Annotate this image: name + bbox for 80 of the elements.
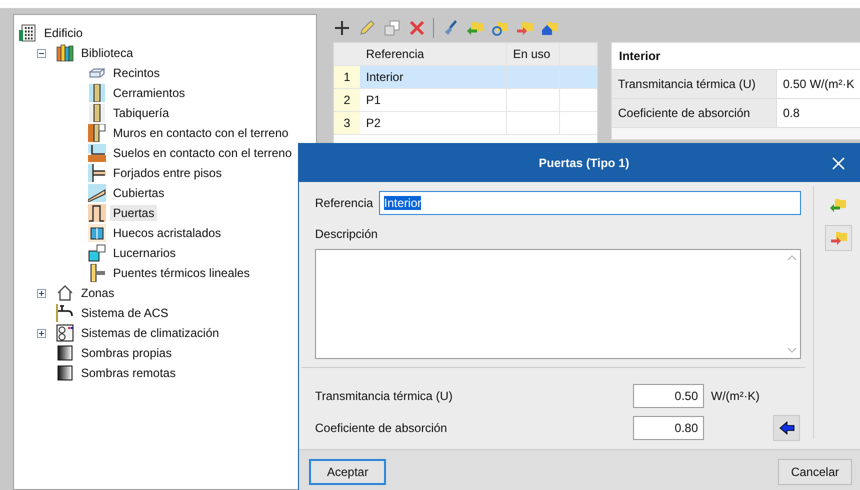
table-cell: Interior xyxy=(360,66,507,88)
field-label: Coeficiente de absorción xyxy=(315,421,448,435)
roof-icon xyxy=(88,184,106,202)
arrow-left-button[interactable] xyxy=(773,415,800,441)
window-icon xyxy=(88,224,106,242)
tree-item[interactable]: Sistemas de climatización xyxy=(78,325,222,341)
tree-item[interactable]: Puertas xyxy=(110,205,158,221)
tree-item[interactable]: Edificio xyxy=(41,25,86,41)
number-input[interactable]: 0.80 xyxy=(633,416,704,440)
description-textarea[interactable] xyxy=(315,249,801,359)
folder-arrow-left-icon[interactable] xyxy=(466,19,484,37)
skylight-icon xyxy=(88,244,106,262)
door-icon xyxy=(88,204,106,222)
field-label: Descripción xyxy=(315,227,379,241)
shade-icon xyxy=(56,364,74,382)
tree-item[interactable]: Puentes térmicos lineales xyxy=(110,265,253,281)
row-number: 1 xyxy=(334,66,360,88)
accept-button[interactable]: Aceptar xyxy=(309,459,386,485)
house-icon xyxy=(56,284,74,302)
tree-item[interactable]: Lucernarios xyxy=(110,245,179,261)
pencil-icon[interactable] xyxy=(358,19,376,37)
reference-input[interactable]: Interior xyxy=(379,191,801,215)
tree-item[interactable]: Sistema de ACS xyxy=(78,305,172,321)
collapse-toggle[interactable] xyxy=(37,48,46,58)
tree-item[interactable]: Cubiertas xyxy=(110,185,168,201)
table-cell: P1 xyxy=(360,89,507,111)
folder-refresh-icon[interactable] xyxy=(491,19,509,37)
tree-item[interactable]: Huecos acristalados xyxy=(110,225,224,241)
field-label: Referencia xyxy=(315,196,374,210)
thermal-bridge-icon xyxy=(88,264,106,282)
tree-item[interactable]: Cerramientos xyxy=(110,85,188,101)
tap-icon xyxy=(56,304,74,322)
add-icon[interactable] xyxy=(333,19,351,37)
folder-arrow-right-icon xyxy=(830,229,848,247)
folder-arrow-left-icon[interactable] xyxy=(829,196,847,214)
ground-floor-icon xyxy=(88,144,106,162)
table-row[interactable]: 3 P2 xyxy=(334,112,597,135)
slab-icon xyxy=(88,164,106,182)
wall-icon xyxy=(88,84,106,102)
tree-item[interactable]: Suelos en contacto con el terreno xyxy=(110,145,295,161)
books-icon xyxy=(56,44,74,62)
properties-title: Interior xyxy=(612,43,860,70)
folder-arrow-right-icon[interactable] xyxy=(516,19,534,37)
wall-icon xyxy=(88,104,106,122)
dialog-title: Puertas (Tipo 1) xyxy=(538,156,630,170)
column-header[interactable]: En uso xyxy=(507,43,560,65)
number-input[interactable]: 0.50 xyxy=(633,384,704,408)
column-header[interactable]: Referencia xyxy=(360,43,507,65)
folder-house-icon[interactable] xyxy=(541,19,559,37)
table-row[interactable]: 1 Interior xyxy=(334,66,597,89)
hvac-unit-icon xyxy=(56,324,74,342)
building-icon xyxy=(19,24,37,42)
tree-item[interactable]: Sombras propias xyxy=(78,345,175,361)
tree-item[interactable]: Zonas xyxy=(78,285,118,301)
tree-item[interactable]: Biblioteca xyxy=(78,45,136,61)
field-label: Transmitancia térmica (U) xyxy=(315,389,454,403)
tree-item[interactable]: Muros en contacto con el terreno xyxy=(110,125,292,141)
tree-item[interactable]: Recintos xyxy=(110,65,163,81)
property-label: Transmitancia térmica (U) xyxy=(612,70,777,98)
close-icon[interactable] xyxy=(832,157,845,170)
delete-icon[interactable] xyxy=(408,19,426,37)
export-button[interactable] xyxy=(825,225,852,251)
tree-item[interactable]: Forjados entre pisos xyxy=(110,165,225,181)
property-value: 0.50 W/(m²·K xyxy=(782,76,854,93)
property-label: Coeficiente de absorción xyxy=(612,99,777,127)
expand-toggle[interactable] xyxy=(37,328,46,338)
tree-item[interactable]: Tabiquería xyxy=(110,105,172,121)
arrow-left-icon xyxy=(778,421,794,435)
row-number: 2 xyxy=(334,89,360,111)
ground-wall-icon xyxy=(88,124,106,142)
copy-icon[interactable] xyxy=(383,19,401,37)
shade-icon xyxy=(56,344,74,362)
cancel-button[interactable]: Cancelar xyxy=(778,459,852,485)
table-row[interactable]: 2 P1 xyxy=(334,89,597,112)
unit-label: W/(m²·K) xyxy=(710,389,761,403)
expand-toggle[interactable] xyxy=(37,288,46,298)
table-cell: P2 xyxy=(360,112,507,134)
row-number: 3 xyxy=(334,112,360,134)
tree-item[interactable]: Sombras remotas xyxy=(78,365,179,381)
property-value: 0.8 xyxy=(782,105,800,122)
